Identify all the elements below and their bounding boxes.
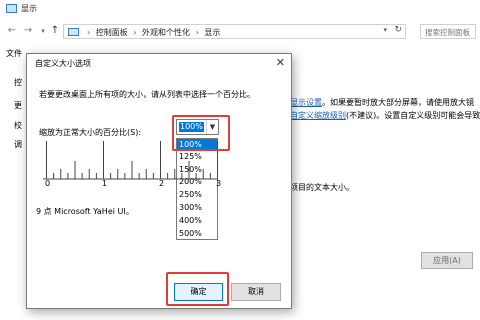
menu-file[interactable]: 文件 <box>6 48 22 59</box>
option-300[interactable]: 300% <box>177 202 217 214</box>
scale-percent-label: 缩放为正常大小的百分比(S): <box>39 128 142 137</box>
breadcrumb-separator: › <box>195 28 199 37</box>
dialog-title: 自定义大小选项 <box>35 59 91 68</box>
background-line-1-text: 。如果要暂时放大部分屏幕，请使用放大镜 <box>322 98 474 107</box>
address-bar[interactable]: › 控制面板 › 外观和个性化 › 显示 ▾ ↻ <box>63 24 406 39</box>
custom-zoom-link[interactable]: 自定义缩放级别 <box>290 111 346 120</box>
apply-button[interactable]: 应用(A) <box>421 252 473 269</box>
ruler-label-3: 3 <box>216 179 222 188</box>
up-arrow-icon[interactable]: ↑ <box>49 25 61 37</box>
breadcrumb-control-panel[interactable]: 控制面板 <box>96 28 128 37</box>
close-icon[interactable]: ✕ <box>276 56 285 69</box>
background-line-3: 项目的文本大小。 <box>290 183 354 192</box>
display-settings-link[interactable]: 显示设置 <box>290 98 322 107</box>
side-text-4: 调 <box>14 140 22 149</box>
option-400[interactable]: 400% <box>177 215 217 227</box>
ruler-label-1: 1 <box>102 179 108 188</box>
dialog-instruction: 若要更改桌面上所有项的大小，请从列表中选择一个百分比。 <box>39 90 255 99</box>
window-titlebar: 显示 <box>0 0 480 18</box>
cancel-button[interactable]: 取消 <box>231 283 281 301</box>
background-line-1: 显示设置。如果要暂时放大部分屏幕，请使用放大镜 <box>290 97 474 108</box>
breadcrumb-display[interactable]: 显示 <box>204 28 220 37</box>
ruler-label-0: 0 <box>45 179 51 188</box>
dialog-titlebar: 自定义大小选项 ✕ <box>27 54 291 73</box>
side-text-3: 校 <box>14 121 22 130</box>
address-dropdown-icon[interactable]: ▾ <box>383 26 387 34</box>
option-500[interactable]: 500% <box>177 228 217 240</box>
display-app-icon <box>6 4 17 13</box>
control-panel-icon <box>68 28 79 36</box>
background-line-2-text: (不建议)。设置自定义级别可能会导致在某 <box>346 111 480 120</box>
navigation-bar: ← → ▾ ↑ › 控制面板 › 外观和个性化 › 显示 ▾ ↻ 搜索控制面板 <box>0 23 480 41</box>
back-arrow-icon[interactable]: ← <box>6 25 18 37</box>
combo-highlight-box <box>172 115 230 151</box>
forward-arrow-icon[interactable]: → <box>22 25 34 37</box>
side-text-1: 控 <box>14 78 22 87</box>
ruler-label-2: 2 <box>159 179 165 188</box>
font-info-text: 9 点 Microsoft YaHei UI。 <box>36 207 134 216</box>
ok-button-highlight-box <box>166 272 229 306</box>
side-text-2: 更 <box>14 101 22 110</box>
breadcrumb-appearance[interactable]: 外观和个性化 <box>142 28 190 37</box>
recent-locations-chevron-icon[interactable]: ▾ <box>37 25 49 37</box>
search-input[interactable]: 搜索控制面板 <box>420 24 476 39</box>
search-placeholder: 搜索控制面板 <box>425 28 470 37</box>
breadcrumb-separator: › <box>133 28 137 37</box>
refresh-icon[interactable]: ↻ <box>394 25 402 35</box>
background-line-2: 自定义缩放级别(不建议)。设置自定义级别可能会导致在某 <box>290 110 480 121</box>
window-title: 显示 <box>21 4 37 13</box>
breadcrumb-separator: › <box>87 28 91 37</box>
breadcrumb: › 控制面板 › 外观和个性化 › 显示 <box>84 27 220 38</box>
